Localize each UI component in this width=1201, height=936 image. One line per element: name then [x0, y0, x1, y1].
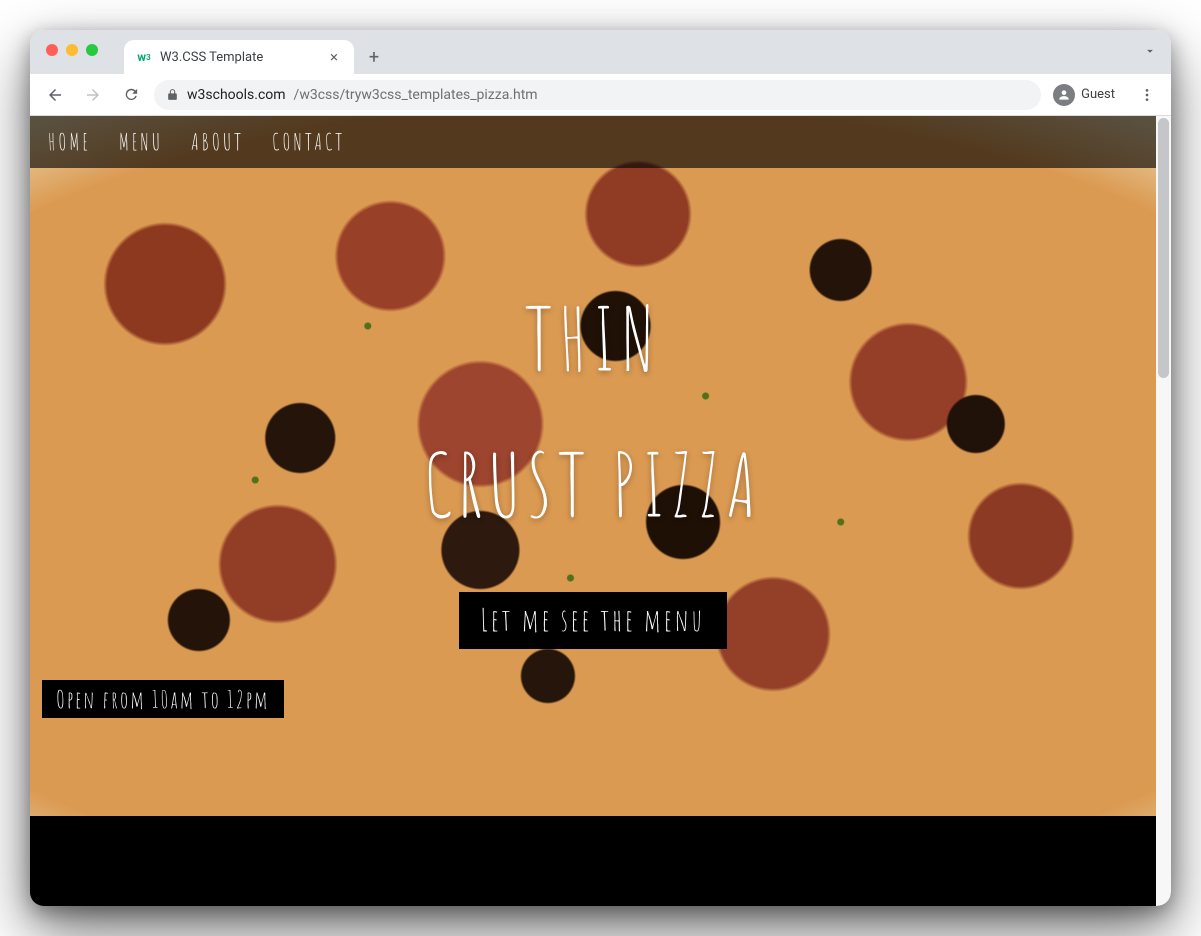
vertical-scrollbar[interactable] — [1156, 116, 1171, 906]
hero-title-line2: CRUST PIZZA — [30, 442, 1156, 528]
tab-close-button[interactable]: × — [326, 48, 342, 67]
window-controls — [46, 44, 98, 56]
lock-icon — [166, 88, 179, 101]
browser-tab[interactable]: w3 W3.CSS Template × — [124, 40, 354, 74]
titlebar: w3 W3.CSS Template × + — [30, 30, 1171, 74]
profile-button[interactable]: Guest — [1049, 80, 1125, 110]
top-nav: HOME MENU ABOUT CONTACT — [30, 116, 1156, 168]
reload-button[interactable] — [116, 80, 146, 110]
opening-hours-badge: Open from 10am to 12pm — [42, 680, 284, 718]
avatar-icon — [1053, 84, 1075, 106]
page-viewport: HOME MENU ABOUT CONTACT THIN CRUST PIZZA… — [30, 116, 1171, 906]
page-content: HOME MENU ABOUT CONTACT THIN CRUST PIZZA… — [30, 116, 1156, 906]
url-path: /w3css/tryw3css_templates_pizza.htm — [294, 87, 538, 103]
browser-toolbar: w3schools.com/w3css/tryw3css_templates_p… — [30, 74, 1171, 116]
tabs-overflow-icon[interactable] — [1143, 44, 1157, 58]
profile-label: Guest — [1081, 87, 1115, 102]
address-bar[interactable]: w3schools.com/w3css/tryw3css_templates_p… — [154, 80, 1041, 110]
nav-link-about[interactable]: ABOUT — [191, 129, 244, 156]
favicon-icon: w3 — [136, 49, 152, 65]
url-host: w3schools.com — [187, 87, 286, 103]
hero-section: HOME MENU ABOUT CONTACT THIN CRUST PIZZA… — [30, 116, 1156, 816]
see-menu-button[interactable]: Let me see the menu — [459, 592, 728, 649]
tab-title: W3.CSS Template — [160, 50, 263, 65]
minimize-window-button[interactable] — [66, 44, 78, 56]
hero-title-line1: THIN — [30, 296, 1156, 382]
footer-band — [30, 818, 1156, 906]
nav-link-home[interactable]: HOME — [48, 129, 91, 156]
back-button[interactable] — [40, 80, 70, 110]
forward-button[interactable] — [78, 80, 108, 110]
new-tab-button[interactable]: + — [360, 43, 388, 71]
scrollbar-thumb[interactable] — [1158, 118, 1169, 378]
nav-link-contact[interactable]: CONTACT — [272, 129, 345, 156]
nav-link-menu[interactable]: MENU — [119, 129, 163, 156]
fullscreen-window-button[interactable] — [86, 44, 98, 56]
hero-heading: THIN CRUST PIZZA Let me see the menu — [30, 296, 1156, 649]
browser-menu-button[interactable] — [1133, 81, 1161, 109]
close-window-button[interactable] — [46, 44, 58, 56]
browser-window: w3 W3.CSS Template × + w3schools.com/w3c… — [30, 30, 1171, 906]
